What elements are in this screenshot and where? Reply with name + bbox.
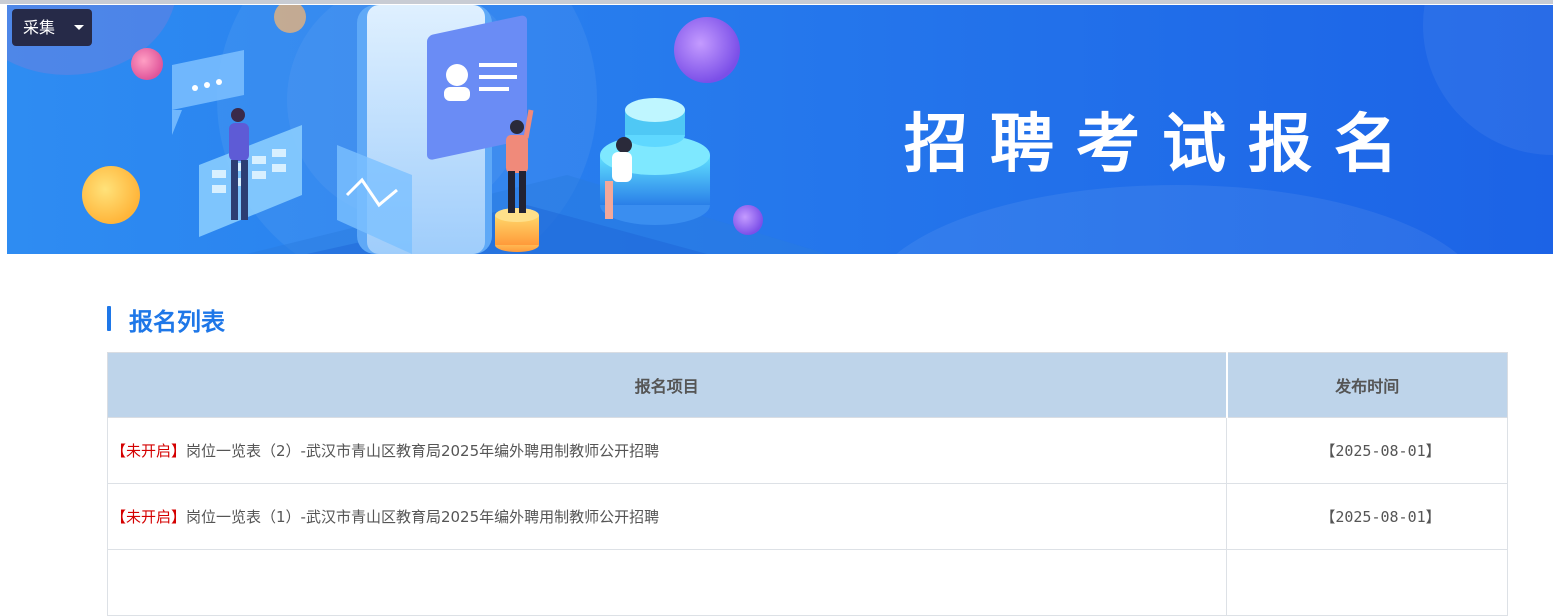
- top-border: [0, 0, 1553, 4]
- table-row[interactable]: [107, 549, 1508, 616]
- section-title: 报名列表: [129, 308, 225, 336]
- status-badge: 【未开启】: [111, 508, 187, 526]
- publish-date: 【2025-08-01】: [1226, 483, 1508, 550]
- banner-title: 招聘考试报名: [904, 108, 1420, 182]
- collect-button-label: 采集: [23, 18, 56, 37]
- registration-table: 报名项目 发布时间 【未开启】岗位一览表（2）-武汉市青山区教育局2025年编外…: [107, 352, 1508, 616]
- registration-item-link[interactable]: 【未开启】岗位一览表（2）-武汉市青山区教育局2025年编外聘用制教师公开招聘: [111, 442, 659, 460]
- table-row[interactable]: 【未开启】岗位一览表（1）-武汉市青山区教育局2025年编外聘用制教师公开招聘 …: [107, 483, 1508, 550]
- column-header-date: 发布时间: [1226, 352, 1508, 418]
- table-row[interactable]: 【未开启】岗位一览表（2）-武汉市青山区教育局2025年编外聘用制教师公开招聘 …: [107, 417, 1508, 484]
- column-header-item: 报名项目: [107, 352, 1228, 418]
- registration-item-link[interactable]: 【未开启】岗位一览表（1）-武汉市青山区教育局2025年编外聘用制教师公开招聘: [111, 508, 659, 526]
- registration-item-title: 岗位一览表（1）-武汉市青山区教育局2025年编外聘用制教师公开招聘: [186, 508, 660, 526]
- table-cell-item: 【未开启】岗位一览表（1）-武汉市青山区教育局2025年编外聘用制教师公开招聘: [107, 483, 1227, 550]
- hero-banner: 招聘考试报名: [7, 5, 1553, 254]
- heading-accent-bar: [107, 306, 111, 331]
- table-header-row: 报名项目 发布时间: [107, 352, 1508, 418]
- registration-item-title: 岗位一览表（2）-武汉市青山区教育局2025年编外聘用制教师公开招聘: [186, 442, 660, 460]
- publish-date: [1226, 549, 1508, 616]
- table-cell-item: 【未开启】岗位一览表（2）-武汉市青山区教育局2025年编外聘用制教师公开招聘: [107, 417, 1227, 484]
- status-badge: 【未开启】: [111, 442, 187, 460]
- table-cell-item: [107, 549, 1227, 616]
- caret-down-icon: [74, 25, 84, 30]
- publish-date: 【2025-08-01】: [1226, 417, 1508, 484]
- collect-dropdown-button[interactable]: 采集: [12, 9, 92, 46]
